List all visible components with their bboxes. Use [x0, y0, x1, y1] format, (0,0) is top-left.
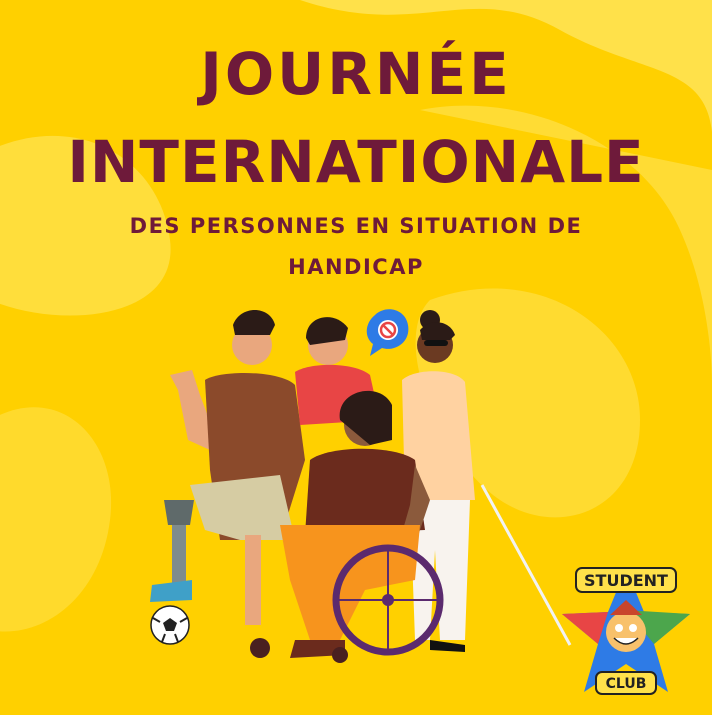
- subtitle-line-1: DES PERSONNES EN SITUATION DE: [129, 214, 583, 238]
- no-sign-speech-bubble-icon: [366, 309, 409, 356]
- people-illustration: [150, 309, 572, 663]
- logo-top-text: STUDENT: [584, 571, 668, 590]
- sneaker-icon: [150, 580, 192, 602]
- subtitle-line-2: HANDICAP: [288, 255, 424, 279]
- student-club-logo: STUDENT CLUB: [562, 567, 690, 695]
- title-line-2: INTERNATIONALE: [67, 128, 645, 196]
- poster: JOURNÉE INTERNATIONALE DES PERSONNES EN …: [0, 0, 712, 715]
- title-line-1: JOURNÉE: [200, 40, 512, 108]
- logo-bottom-text: CLUB: [606, 676, 647, 692]
- soccer-ball-icon: [150, 605, 190, 645]
- person-prosthetic-leg: [150, 310, 305, 625]
